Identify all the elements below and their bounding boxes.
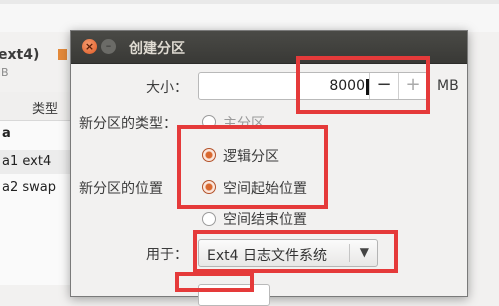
close-icon: ×: [84, 40, 95, 53]
row-type: swap: [22, 180, 57, 195]
partition-type-label: 新分区的类型：: [79, 116, 177, 132]
highlight-radio-box: [177, 125, 328, 209]
highlight-size-box: [296, 56, 430, 114]
background-partition-title: ext4): [0, 47, 40, 63]
size-label: 大小：: [146, 80, 188, 96]
minimize-button[interactable]: –: [101, 39, 116, 54]
radio-end-label[interactable]: 空间结束位置: [223, 209, 307, 229]
minimize-icon: –: [105, 39, 112, 52]
use-as-label: 用于：: [146, 247, 188, 263]
highlight-mount-box: [175, 272, 254, 292]
column-header-type[interactable]: 类型: [32, 98, 58, 117]
size-unit: MB: [437, 78, 459, 94]
table-row[interactable]: a2 swap: [2, 180, 56, 195]
close-button[interactable]: ×: [82, 39, 97, 54]
partition-color-swatch: [58, 49, 67, 60]
partition-location-label: 新分区的位置: [79, 181, 163, 197]
radio-end[interactable]: [202, 212, 216, 226]
table-row[interactable]: a1 ext4: [2, 154, 51, 169]
row-device: a2: [2, 180, 19, 195]
row-device: a1: [2, 154, 19, 169]
background-window-strip: [0, 0, 499, 4]
dialog-title: 创建分区: [129, 41, 185, 57]
table-row-marker: a: [2, 126, 11, 141]
background-size-text: iB: [0, 66, 9, 79]
background-window-top: [0, 0, 499, 32]
row-type: ext4: [22, 154, 52, 169]
highlight-filesystem-box: [193, 230, 398, 273]
